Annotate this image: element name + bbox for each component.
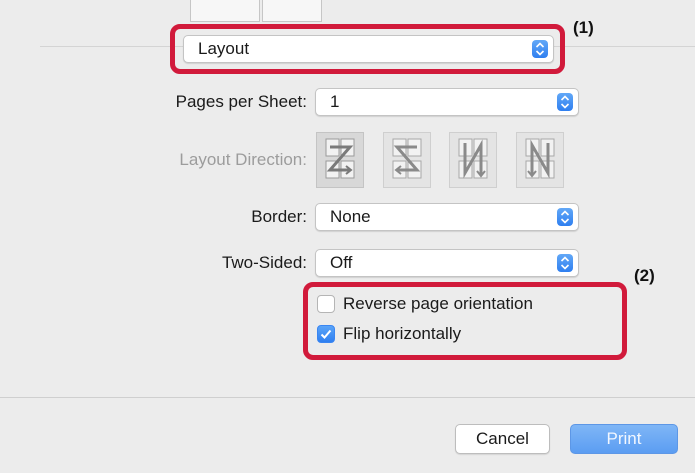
border-select[interactable]: None [315,203,579,231]
vertical-n-order-icon [458,138,488,179]
layout-direction-n-button[interactable] [449,132,497,188]
pages-per-sheet-value: 1 [330,92,340,111]
layout-direction-reverse-n-button[interactable] [516,132,564,188]
flip-horizontally-label: Flip horizontally [343,324,462,343]
reverse-page-orientation-label: Reverse page orientation [343,294,533,313]
flip-horizontally-checkbox[interactable] [317,325,335,343]
layout-direction-label: Layout Direction: [179,150,307,169]
border-label: Border: [251,207,307,226]
two-sided-label: Two-Sided: [221,253,307,272]
two-sided-value: Off [330,253,353,272]
layout-direction-z-button[interactable] [316,132,364,188]
popup-arrows-icon [557,254,573,272]
z-order-icon [325,138,355,179]
print-button[interactable]: Print [570,424,678,454]
callout-box-1 [170,24,565,74]
pages-per-sheet-label: Pages per Sheet: [175,92,307,111]
toolbar-segment-left [190,0,260,22]
popup-arrows-icon [557,208,573,226]
border-value: None [330,207,371,226]
callout-label-1: (1) [573,18,594,37]
reverse-n-order-icon [525,138,555,179]
two-sided-select[interactable]: Off [315,249,579,277]
layout-direction-reverse-z-button[interactable] [383,132,431,188]
bottom-separator [0,397,695,398]
reverse-z-order-icon [392,138,422,179]
reverse-page-orientation-checkbox[interactable] [317,295,335,313]
pages-per-sheet-select[interactable]: 1 [315,88,579,116]
flip-horizontally-option[interactable]: Flip horizontally [317,322,607,346]
reverse-page-orientation-option[interactable]: Reverse page orientation [317,292,607,316]
toolbar-segment-right [262,0,322,22]
callout-label-2: (2) [634,266,655,285]
checkmark-icon [320,329,332,339]
popup-arrows-icon [557,93,573,111]
cancel-button[interactable]: Cancel [455,424,550,454]
